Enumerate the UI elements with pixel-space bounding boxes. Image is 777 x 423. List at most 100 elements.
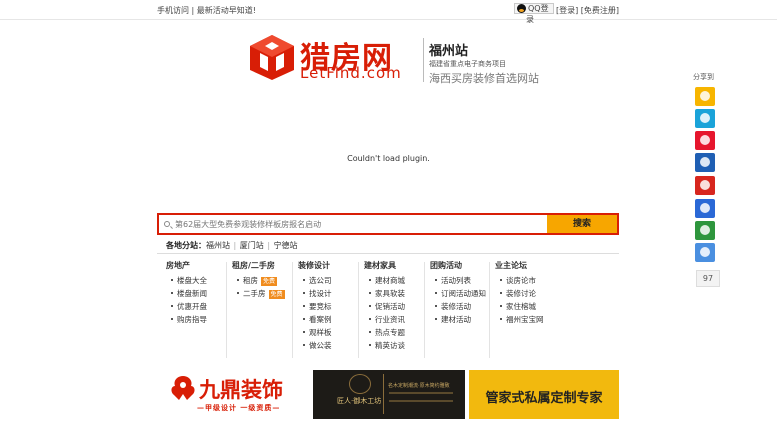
share-glyph [700,91,710,101]
category-link[interactable]: 精英访谈 [364,339,405,352]
ad2-decor-line [389,400,453,402]
category-link[interactable]: 福州宝宝网 [495,313,544,326]
category-link[interactable]: 家住榕城 [495,300,544,313]
category-rental: 租房/二手房 租房 免费 二手房 免费 [232,260,285,300]
category-title[interactable]: 团购活动 [430,260,486,271]
category-link[interactable]: 促销活动 [364,300,405,313]
column-divider [358,262,359,358]
station-slogan: 海西买房装修首选网站 [429,72,539,85]
category-link[interactable]: 谈房论市 [495,274,544,287]
kaixin-icon[interactable] [695,176,715,195]
ad2-slogan: 名木定制潮流·原木简约雅致 [388,383,450,389]
share-glyph [700,113,710,123]
category-link[interactable]: 看案例 [298,313,332,326]
category-link[interactable]: 装修活动 [430,300,486,313]
free-badge: 免费 [261,276,278,286]
column-divider [424,262,425,358]
category-link[interactable]: 装修讨论 [495,287,544,300]
category-building-materials: 建材家具 建材商城 家具软装 促销活动 行业资讯 热点专题 精英访谈 [364,260,405,352]
category-link[interactable]: 建材商城 [364,274,405,287]
station-subtitle: 福建省重点电子商务项目 [429,60,506,68]
logo-divider [423,38,424,82]
woodcraft-emblem-icon [349,374,371,394]
ad2-brand: 匠人·御木工坊 [337,397,382,405]
share-glyph [700,247,710,257]
share-glyph [700,135,710,145]
more-share-icon[interactable] [695,243,715,262]
category-link[interactable]: 租房 免费 [232,274,285,287]
category-link[interactable]: 选公司 [298,274,332,287]
category-link[interactable]: 购房指导 [166,313,207,326]
substation-item[interactable]: 厦门站 [240,241,264,250]
category-link[interactable]: 订阅活动通知 [430,287,486,300]
column-divider [226,262,227,358]
category-link[interactable]: 观样板 [298,326,332,339]
jiuding-logo-icon [171,376,195,400]
substation-item[interactable]: 福州站 [206,241,230,250]
share-glyph [700,225,710,235]
substation-list: 各地分站：福州站 | 厦门站 | 宁德站 [166,241,298,250]
douban-icon[interactable] [695,221,715,240]
category-title[interactable]: 建材家具 [364,260,405,271]
share-title: 分享到 [693,73,714,81]
column-divider [489,262,490,358]
category-title[interactable]: 业主论坛 [495,260,544,271]
letfind-logo-icon[interactable] [248,33,296,81]
register-link[interactable]: [免费注册] [581,6,619,15]
category-link[interactable]: 家具软装 [364,287,405,300]
renren-icon[interactable] [695,153,715,172]
substation-label: 各地分站： [166,241,206,250]
category-link[interactable]: 活动列表 [430,274,486,287]
search-icon [164,221,170,227]
category-title[interactable]: 装修设计 [298,260,332,271]
ad-woodcraft-banner[interactable]: 匠人·御木工坊 名木定制潮流·原木简约雅致 [313,370,465,419]
category-link[interactable]: 要竞标 [298,300,332,313]
category-link[interactable]: 热点专题 [364,326,405,339]
ad-jiuding-banner[interactable]: 九鼎装饰 —甲级设计 一级资质— [157,370,307,419]
baidu-icon[interactable] [695,199,715,218]
free-badge: 免费 [268,289,285,299]
qq-penguin-icon [517,4,526,13]
divider [157,253,619,254]
qzone-icon[interactable] [695,87,715,106]
category-link[interactable]: 做公装 [298,339,332,352]
category-link[interactable]: 楼盘新闻 [166,287,207,300]
category-link[interactable]: 优惠开盘 [166,300,207,313]
ad3-title: 管家式私属定制专家 [485,391,603,406]
category-real-estate: 房地产 楼盘大全 楼盘新闻 优惠开盘 购房指导 [166,260,207,326]
share-glyph [700,157,710,167]
ad2-divider [383,374,384,414]
ad1-subtitle: —甲级设计 一级资质— [197,404,281,412]
category-decoration: 装修设计 选公司 找设计 要竞标 看案例 观样板 做公装 [298,260,332,352]
search-box: 搜索 [157,213,619,235]
ad1-title: 九鼎装饰 [199,378,283,402]
mobile-access-link[interactable]: 手机访问 | 最新活动早知道! [157,5,256,16]
user-links: QQ登 录 [登录] [免费注册] [514,3,619,24]
search-input[interactable] [175,217,545,231]
category-link[interactable]: 建材活动 [430,313,486,326]
site-domain[interactable]: LetFind.com [300,64,402,82]
ad-custom-butler-banner[interactable]: 管家式私属定制专家 [469,370,619,419]
share-glyph [700,180,710,190]
category-group-buying: 团购活动 活动列表 订阅活动通知 装修活动 建材活动 [430,260,486,326]
category-owner-forum: 业主论坛 谈房论市 装修讨论 家住榕城 福州宝宝网 [495,260,544,326]
plugin-placeholder: Couldn't load plugin. [0,154,777,163]
category-link[interactable]: 二手房 免费 [232,287,285,300]
qq-login-button[interactable]: QQ登 录 [514,3,554,24]
category-link[interactable]: 行业资讯 [364,313,405,326]
ad2-decor-line [389,392,453,394]
substation-item[interactable]: 宁德站 [274,241,298,250]
tencent-weibo-icon[interactable] [695,109,715,128]
category-link[interactable]: 楼盘大全 [166,274,207,287]
search-button[interactable]: 搜索 [547,215,617,233]
station-city: 福州站 [429,44,469,59]
category-title[interactable]: 房地产 [166,260,207,271]
column-divider [292,262,293,358]
plugin-message: Couldn't load plugin. [347,154,430,163]
sina-weibo-icon[interactable] [695,131,715,150]
category-link[interactable]: 找设计 [298,287,332,300]
login-link[interactable]: [登录] [556,6,578,15]
share-glyph [700,203,710,213]
share-count[interactable]: 97 [696,270,720,287]
category-title[interactable]: 租房/二手房 [232,260,285,271]
